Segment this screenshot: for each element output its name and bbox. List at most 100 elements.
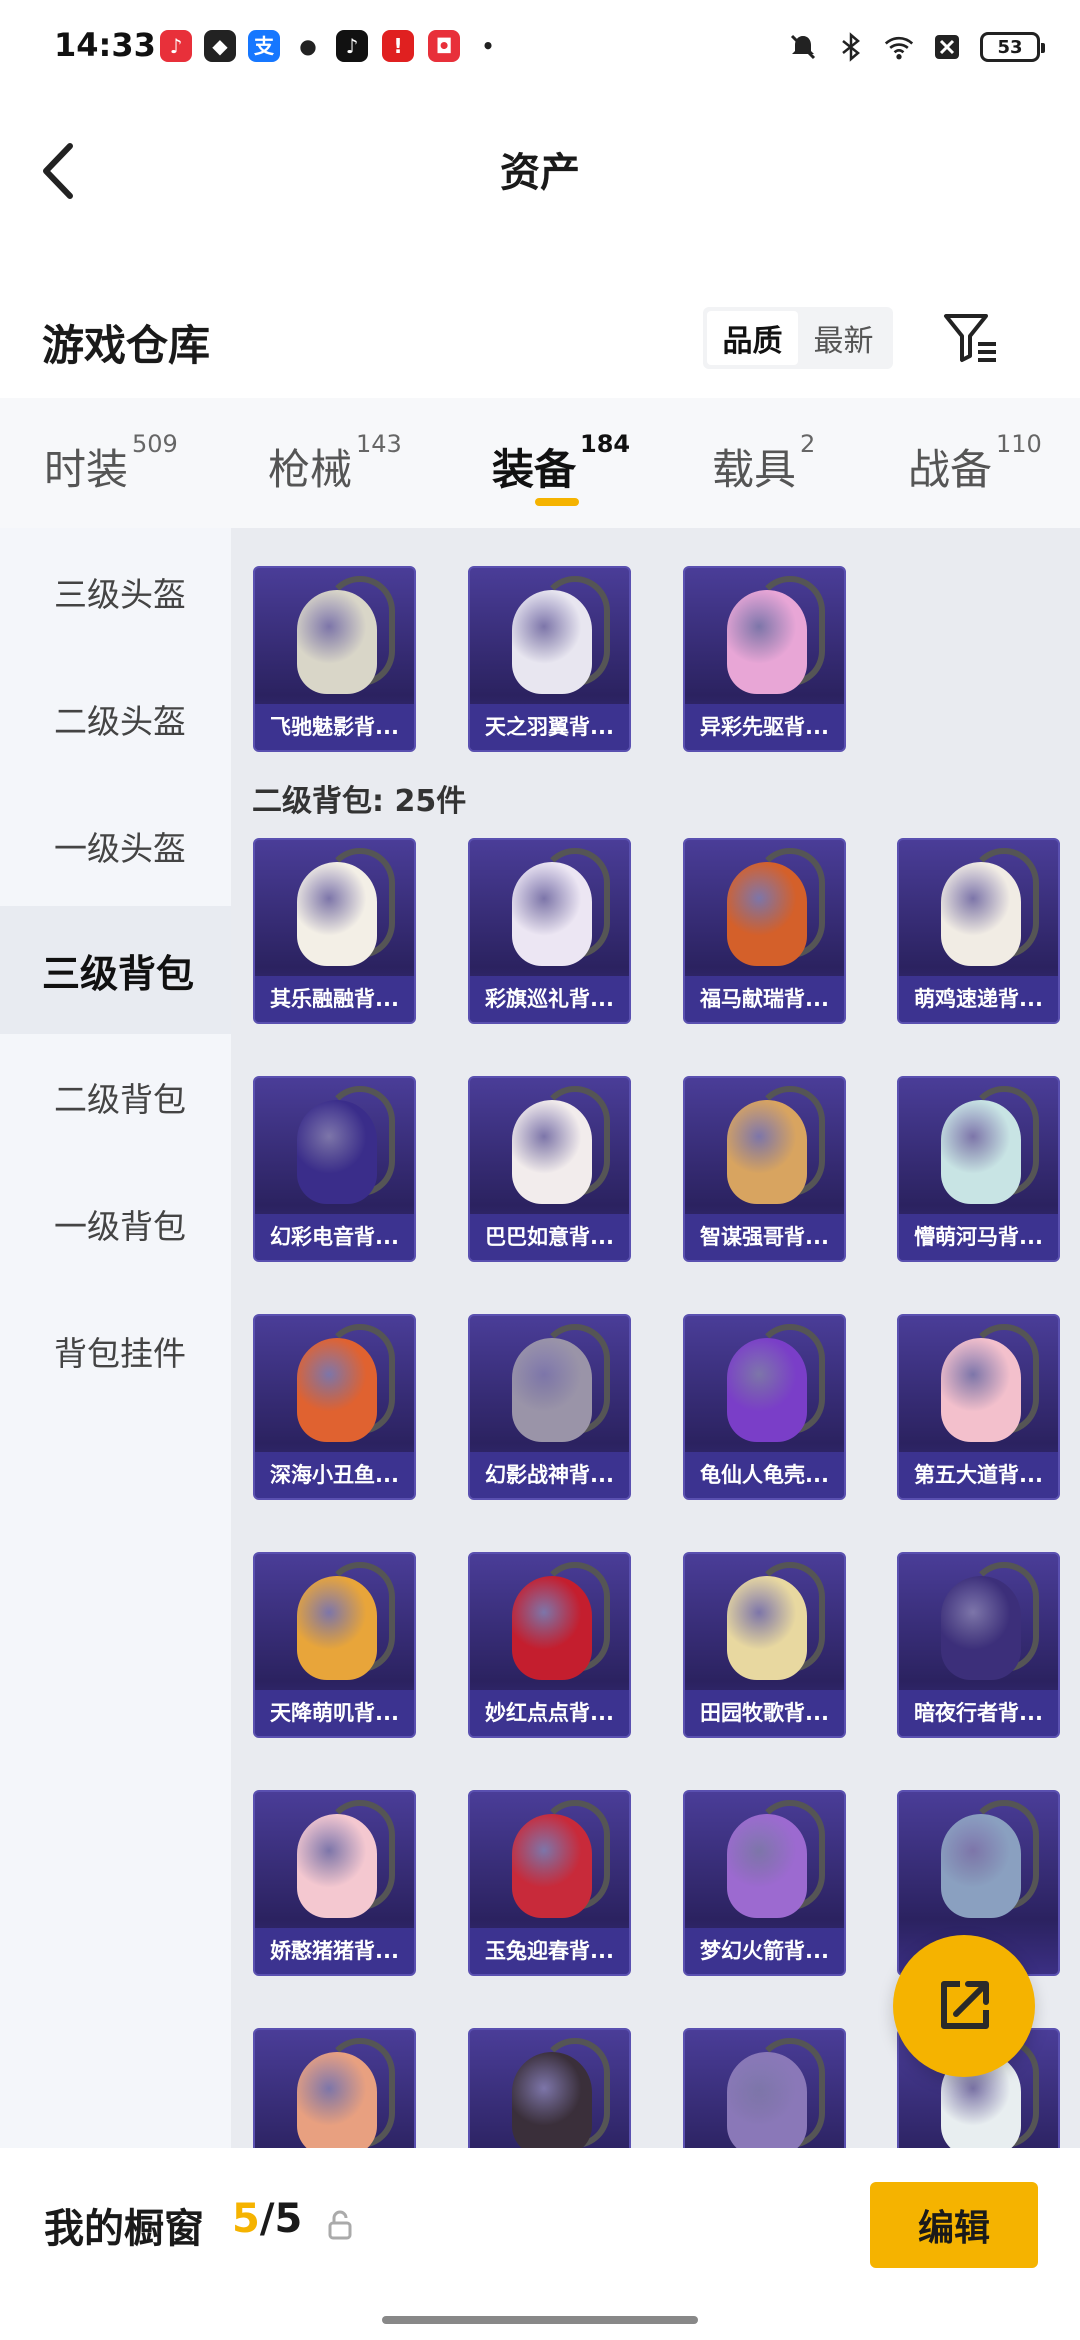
tab-guns[interactable]: 枪械143 bbox=[268, 430, 402, 497]
backpack-image bbox=[727, 862, 807, 966]
backpack-image bbox=[512, 1814, 592, 1918]
backpack-name: 智谋强哥背... bbox=[685, 1214, 844, 1260]
backpack-card[interactable]: 田园牧歌背... bbox=[683, 1552, 846, 1738]
tab-supplies[interactable]: 战备110 bbox=[908, 430, 1042, 497]
tab-count: 110 bbox=[996, 430, 1042, 458]
tab-count: 509 bbox=[132, 430, 178, 458]
backpack-card[interactable]: 龟仙人龟壳... bbox=[683, 1314, 846, 1500]
edit-button[interactable]: 编辑 bbox=[870, 2182, 1038, 2268]
backpack-card[interactable]: 妙红点点背... bbox=[468, 1552, 631, 1738]
backpack-card[interactable]: 萌鸡速递背... bbox=[897, 838, 1060, 1024]
backpack-card[interactable]: 彩旗巡礼背... bbox=[468, 838, 631, 1024]
showcase-count-total: /5 bbox=[259, 2196, 303, 2242]
backpack-name: 幻彩电音背... bbox=[255, 1214, 414, 1260]
backpack-name: 娇憨猪猪背... bbox=[255, 1928, 414, 1974]
sidebar-item-backpack-charm[interactable]: 背包挂件 bbox=[0, 1287, 231, 1415]
notification-icon bbox=[932, 32, 962, 62]
backpack-card[interactable]: 第五大道背... bbox=[897, 1314, 1060, 1500]
tab-label: 战备 bbox=[908, 445, 993, 494]
status-right: 53 bbox=[788, 28, 1045, 66]
backpack-card[interactable]: 暗夜行者背... bbox=[897, 1552, 1060, 1738]
backpack-card[interactable]: 飞驰魅影背... bbox=[253, 566, 416, 752]
alipay-app-icon: 支 bbox=[248, 30, 280, 62]
backpack-image bbox=[512, 862, 592, 966]
backpack-image bbox=[297, 1814, 377, 1918]
showcase-label: 我的橱窗 bbox=[44, 2206, 204, 2252]
backpack-name: 异彩先驱背... bbox=[685, 704, 844, 750]
backpack-name: 梦幻火箭背... bbox=[685, 1928, 844, 1974]
backpack-card[interactable]: 玉兔迎春背... bbox=[468, 1790, 631, 1976]
music-app-icon: ♪ bbox=[160, 30, 192, 62]
tab-label: 时装 bbox=[44, 445, 129, 494]
backpack-image bbox=[297, 1576, 377, 1680]
backpack-card[interactable]: 智谋强哥背... bbox=[683, 1076, 846, 1262]
tab-count: 184 bbox=[580, 430, 631, 458]
tiktok-app-icon: ♪ bbox=[336, 30, 368, 62]
sidebar-item-helmet-3[interactable]: 三级头盔 bbox=[0, 528, 231, 656]
backpack-card[interactable] bbox=[253, 2028, 416, 2148]
backpack-name: 第五大道背... bbox=[899, 1452, 1058, 1498]
backpack-name: 天之羽翼背... bbox=[470, 704, 629, 750]
backpack-card[interactable]: 幻影战神背... bbox=[468, 1314, 631, 1500]
battery-level: 53 bbox=[997, 36, 1023, 58]
sidebar-item-backpack-1[interactable]: 一级背包 bbox=[0, 1160, 231, 1288]
tab-vehicles[interactable]: 载具2 bbox=[712, 430, 815, 497]
backpack-card[interactable] bbox=[468, 2028, 631, 2148]
backpack-card[interactable]: 天之羽翼背... bbox=[468, 566, 631, 752]
subcategory-sidebar: 三级头盔 二级头盔 一级头盔 三级背包 二级背包 一级背包 背包挂件 bbox=[0, 528, 231, 2148]
sort-toggle: 品质 最新 bbox=[703, 307, 893, 369]
backpack-image bbox=[727, 1338, 807, 1442]
backpack-image bbox=[512, 1576, 592, 1680]
backpack-card[interactable]: 幻彩电音背... bbox=[253, 1076, 416, 1262]
wifi-icon bbox=[884, 32, 914, 62]
item-grid: 飞驰魅影背... 天之羽翼背... 异彩先驱背... 其乐融融背... 彩旗巡礼背...… bbox=[231, 528, 1080, 2148]
backpack-card[interactable]: 梦幻火箭背... bbox=[683, 1790, 846, 1976]
backpack-image bbox=[941, 1100, 1021, 1204]
backpack-name: 萌鸡速递背... bbox=[899, 976, 1058, 1022]
backpack-card[interactable]: 深海小丑鱼... bbox=[253, 1314, 416, 1500]
tab-count: 2 bbox=[800, 430, 816, 458]
sidebar-item-helmet-2[interactable]: 二级头盔 bbox=[0, 655, 231, 783]
backpack-card[interactable]: 娇憨猪猪背... bbox=[253, 1790, 416, 1976]
backpack-image bbox=[297, 862, 377, 966]
backpack-image bbox=[727, 2052, 807, 2148]
backpack-card[interactable]: 福马献瑞背... bbox=[683, 838, 846, 1024]
backpack-image bbox=[727, 1814, 807, 1918]
backpack-card[interactable]: 其乐融融背... bbox=[253, 838, 416, 1024]
backpack-name: 懵萌河马背... bbox=[899, 1214, 1058, 1260]
backpack-card[interactable]: 懵萌河马背... bbox=[897, 1076, 1060, 1262]
wechat-app-icon: ● bbox=[292, 30, 324, 62]
sort-quality-option[interactable]: 品质 bbox=[707, 311, 798, 365]
section-label: 二级背包: 25件 bbox=[252, 784, 467, 819]
home-indicator[interactable] bbox=[382, 2316, 698, 2324]
sidebar-item-helmet-1[interactable]: 一级头盔 bbox=[0, 782, 231, 910]
page-title: 资产 bbox=[500, 150, 580, 196]
filter-button[interactable] bbox=[942, 310, 1000, 366]
tab-label: 枪械 bbox=[268, 445, 353, 494]
backpack-card[interactable]: 异彩先驱背... bbox=[683, 566, 846, 752]
tab-fashion[interactable]: 时装509 bbox=[44, 430, 178, 497]
backpack-image bbox=[727, 590, 807, 694]
sidebar-item-backpack-2[interactable]: 二级背包 bbox=[0, 1033, 231, 1161]
backpack-image bbox=[727, 1100, 807, 1204]
backpack-image bbox=[297, 590, 377, 694]
taobao-app-icon: ◘ bbox=[428, 30, 460, 62]
tab-equipment[interactable]: 装备184 bbox=[492, 430, 630, 497]
lock-icon bbox=[328, 2210, 352, 2240]
category-tabs: 时装509 枪械143 装备184 载具2 战备110 bbox=[0, 398, 1080, 528]
backpack-image bbox=[512, 1100, 592, 1204]
backpack-card[interactable]: 天降萌叽背... bbox=[253, 1552, 416, 1738]
sidebar-item-backpack-3[interactable]: 三级背包 bbox=[0, 906, 231, 1034]
backpack-name: 福马献瑞背... bbox=[685, 976, 844, 1022]
sort-newest-option[interactable]: 最新 bbox=[798, 311, 889, 365]
backpack-image bbox=[512, 2052, 592, 2148]
backpack-name: 彩旗巡礼背... bbox=[470, 976, 629, 1022]
mute-icon bbox=[788, 32, 818, 62]
showcase-count: 5/5 bbox=[232, 2196, 302, 2242]
share-fab[interactable] bbox=[893, 1935, 1035, 2077]
showcase-count-current: 5 bbox=[232, 2196, 260, 2242]
backpack-name: 田园牧歌背... bbox=[685, 1690, 844, 1736]
backpack-card[interactable]: 巴巴如意背... bbox=[468, 1076, 631, 1262]
backpack-image bbox=[512, 1338, 592, 1442]
backpack-card[interactable] bbox=[683, 2028, 846, 2148]
